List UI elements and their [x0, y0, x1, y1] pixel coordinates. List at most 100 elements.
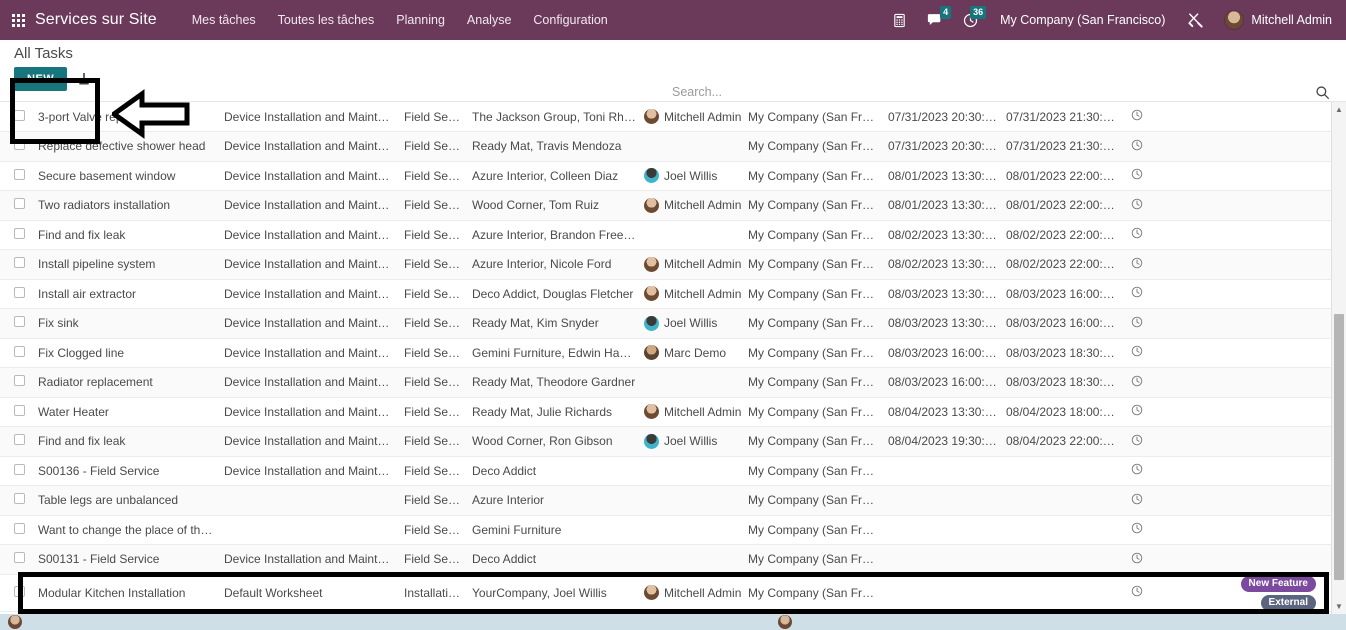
app-brand-title[interactable]: Services sur Site	[35, 11, 157, 29]
checkbox-icon[interactable]	[14, 109, 25, 121]
checkbox-icon[interactable]	[14, 168, 25, 180]
table-row[interactable]: S00131 - Field Service Device Installatio…	[0, 544, 1332, 575]
checkbox-icon[interactable]	[14, 522, 25, 534]
vertical-scrollbar[interactable]: ▲ ▼	[1331, 102, 1346, 614]
table-row[interactable]: Fix sink Device Installation and Maintena…	[0, 308, 1332, 339]
cell-timer[interactable]	[1120, 308, 1154, 339]
row-checkbox-cell[interactable]	[0, 131, 34, 162]
cell-timer[interactable]	[1120, 456, 1154, 486]
cell-task-name[interactable]: Install pipeline system	[34, 249, 220, 280]
cell-timer[interactable]	[1120, 515, 1154, 545]
clock-icon[interactable]	[1131, 257, 1143, 269]
status-badge[interactable]: External	[1260, 594, 1316, 610]
cell-timer[interactable]	[1120, 131, 1154, 162]
cell-timer[interactable]	[1120, 220, 1154, 250]
row-checkbox-cell[interactable]	[0, 249, 34, 280]
scrollbar-thumb[interactable]	[1334, 314, 1344, 580]
clock-icon[interactable]	[1131, 585, 1143, 597]
row-checkbox-cell[interactable]	[0, 279, 34, 309]
cell-task-name[interactable]: Replace defective shower head	[34, 131, 220, 162]
menu-item-configuration[interactable]: Configuration	[522, 7, 618, 33]
import-download-icon[interactable]	[75, 70, 93, 88]
user-menu[interactable]: Mitchell Admin	[1214, 10, 1336, 30]
row-checkbox-cell[interactable]	[0, 102, 34, 132]
cell-timer[interactable]	[1120, 426, 1154, 457]
clock-icon[interactable]	[1131, 345, 1143, 357]
status-badge[interactable]: New Feature	[1240, 575, 1316, 592]
checkbox-icon[interactable]	[14, 316, 25, 328]
checkbox-icon[interactable]	[14, 552, 25, 564]
clock-icon[interactable]	[1131, 434, 1143, 446]
clock-icon[interactable]	[1131, 522, 1143, 534]
table-row[interactable]: S00136 - Field Service Device Installatio…	[0, 456, 1332, 486]
cell-task-name[interactable]: Install air extractor	[34, 279, 220, 309]
checkbox-icon[interactable]	[14, 404, 25, 416]
menu-item-planning[interactable]: Planning	[385, 7, 456, 33]
cell-task-name[interactable]: S00131 - Field Service	[34, 544, 220, 575]
menu-item-analyse[interactable]: Analyse	[456, 7, 522, 33]
row-checkbox-cell[interactable]	[0, 485, 34, 516]
cell-timer[interactable]	[1120, 190, 1154, 221]
cell-timer[interactable]	[1120, 279, 1154, 309]
clock-icon[interactable]	[1131, 168, 1143, 180]
clock-icon[interactable]	[1131, 139, 1143, 151]
cell-task-name[interactable]: Secure basement window	[34, 161, 220, 191]
row-checkbox-cell[interactable]	[0, 397, 34, 427]
cell-task-name[interactable]: Two radiators installation	[34, 190, 220, 221]
apps-grid-icon[interactable]	[12, 13, 25, 27]
clock-icon[interactable]	[1131, 227, 1143, 239]
cell-timer[interactable]	[1120, 544, 1154, 575]
table-row[interactable]: Water Heater Device Installation and Main…	[0, 397, 1332, 427]
search-icon[interactable]	[1315, 85, 1330, 100]
checkbox-icon[interactable]	[14, 345, 25, 357]
new-record-button[interactable]: NEW	[14, 67, 68, 91]
cell-task-name[interactable]: Radiator replacement	[34, 367, 220, 398]
table-row[interactable]: Install air extractor Device Installation…	[0, 279, 1332, 309]
task-list-table-area[interactable]: 3-port Valve replacement Device Installat…	[0, 102, 1346, 614]
clock-icon[interactable]	[1131, 109, 1143, 121]
table-row[interactable]: Replace defective shower head Device Inst…	[0, 131, 1332, 162]
clock-icon[interactable]	[1131, 463, 1143, 475]
cell-timer[interactable]	[1120, 161, 1154, 191]
cell-timer[interactable]	[1120, 249, 1154, 280]
clock-icon[interactable]	[1131, 316, 1143, 328]
table-row[interactable]: Install pipeline system Device Installati…	[0, 249, 1332, 280]
scroll-up-icon[interactable]: ▲	[1332, 102, 1346, 117]
cell-timer[interactable]	[1120, 485, 1154, 516]
activities-clock-icon[interactable]: 36	[953, 5, 988, 28]
chat-bubble-icon[interactable]: 4	[917, 5, 953, 28]
table-row[interactable]: Two radiators installation Device Install…	[0, 190, 1332, 221]
checkbox-icon[interactable]	[14, 493, 25, 505]
checkbox-icon[interactable]	[14, 139, 25, 151]
clock-icon[interactable]	[1131, 375, 1143, 387]
table-row[interactable]: Want to change the place of the ... Field…	[0, 515, 1332, 545]
tools-icon[interactable]	[1177, 12, 1214, 28]
row-checkbox-cell[interactable]	[0, 308, 34, 339]
table-row[interactable]: Table legs are unbalanced Field Service Az…	[0, 485, 1332, 516]
clock-icon[interactable]	[1131, 552, 1143, 564]
cell-task-name[interactable]: Find and fix leak	[34, 426, 220, 457]
cell-task-name[interactable]: 3-port Valve replacement	[34, 102, 220, 132]
cell-task-name[interactable]: Table legs are unbalanced	[34, 485, 220, 516]
taskbar-icon-right[interactable]	[778, 615, 792, 629]
clock-icon[interactable]	[1131, 493, 1143, 505]
cell-task-name[interactable]: Fix Clogged line	[34, 338, 220, 368]
row-checkbox-cell[interactable]	[0, 515, 34, 545]
cell-task-name[interactable]: Fix sink	[34, 308, 220, 339]
row-checkbox-cell[interactable]	[0, 456, 34, 486]
table-row[interactable]: Fix Clogged line Device Installation and …	[0, 338, 1332, 368]
checkbox-icon[interactable]	[14, 286, 25, 298]
checkbox-icon[interactable]	[14, 375, 25, 387]
cell-timer[interactable]	[1120, 397, 1154, 427]
clock-icon[interactable]	[1131, 286, 1143, 298]
cell-timer[interactable]	[1120, 102, 1154, 132]
cell-task-name[interactable]: S00136 - Field Service	[34, 456, 220, 486]
row-checkbox-cell[interactable]	[0, 544, 34, 575]
row-checkbox-cell[interactable]	[0, 161, 34, 191]
cell-timer[interactable]	[1120, 574, 1154, 612]
table-row[interactable]: 3-port Valve replacement Device Installat…	[0, 102, 1332, 132]
checkbox-icon[interactable]	[14, 227, 25, 239]
table-row[interactable]: Find and fix leak Device Installation and…	[0, 426, 1332, 457]
cell-task-name[interactable]: Find and fix leak	[34, 220, 220, 250]
taskbar-icon-left[interactable]	[8, 615, 22, 629]
